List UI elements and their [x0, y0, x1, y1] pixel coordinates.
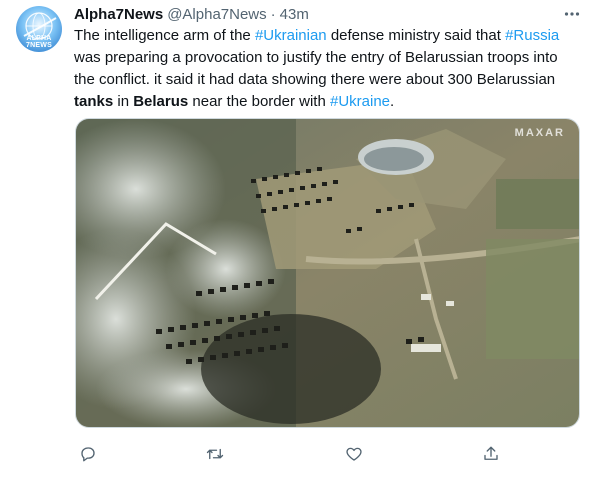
text-segment: The intelligence arm of the: [74, 27, 255, 44]
satellite-image: [76, 119, 579, 427]
reply-icon: [81, 447, 95, 462]
share-icon: [484, 446, 498, 460]
retweet-icon: [206, 448, 224, 460]
text-segment: in: [113, 93, 134, 110]
retweet-button[interactable]: [201, 440, 229, 468]
text-segment: was preparing a provocation to justify t…: [74, 49, 558, 66]
heart-icon: [346, 447, 362, 461]
tweet-text-line: was preparing a provocation to justify t…: [74, 47, 574, 69]
text-segment: near the border with: [188, 93, 330, 110]
hashtag-link[interactable]: #Ukraine: [330, 93, 390, 110]
text-segment: defense ministry said that: [326, 27, 506, 44]
tweet-card[interactable]: ALPHA 7NEWS Alpha7News @Alpha7News · 43m…: [0, 0, 594, 478]
hashtag-link[interactable]: #Russia: [505, 27, 559, 44]
timestamp[interactable]: 43m: [280, 6, 309, 23]
bold-text: tanks: [74, 93, 114, 110]
image-watermark: MAXAR: [514, 127, 565, 139]
avatar[interactable]: ALPHA 7NEWS: [16, 6, 62, 52]
tweet-text-line: tanks in Belarus near the border with #U…: [74, 91, 574, 113]
like-button[interactable]: [340, 440, 368, 468]
tweet-actions: [74, 440, 574, 468]
more-options-button[interactable]: [562, 4, 582, 24]
text-segment: .: [390, 93, 395, 110]
tweet-text-line: The intelligence arm of the #Ukrainian d…: [74, 25, 574, 47]
reply-button[interactable]: [74, 440, 102, 468]
tweet-header: Alpha7News @Alpha7News · 43m: [74, 4, 309, 24]
bold-text: Belarus: [133, 93, 189, 110]
separator-dot: ·: [270, 5, 276, 23]
user-handle[interactable]: @Alpha7News: [167, 6, 266, 23]
hashtag-link[interactable]: #Ukrainian: [255, 27, 327, 44]
display-name[interactable]: Alpha7News: [74, 6, 163, 23]
tweet-text: The intelligence arm of the #Ukrainian d…: [74, 25, 574, 113]
more-icon: [564, 12, 580, 16]
text-segment: the conflict. it said it had data showin…: [74, 71, 556, 88]
tweet-image[interactable]: MAXAR: [75, 118, 580, 428]
avatar-text: ALPHA 7NEWS: [26, 35, 52, 49]
share-button[interactable]: [477, 440, 505, 468]
tweet-text-line: the conflict. it said it had data showin…: [74, 69, 574, 91]
